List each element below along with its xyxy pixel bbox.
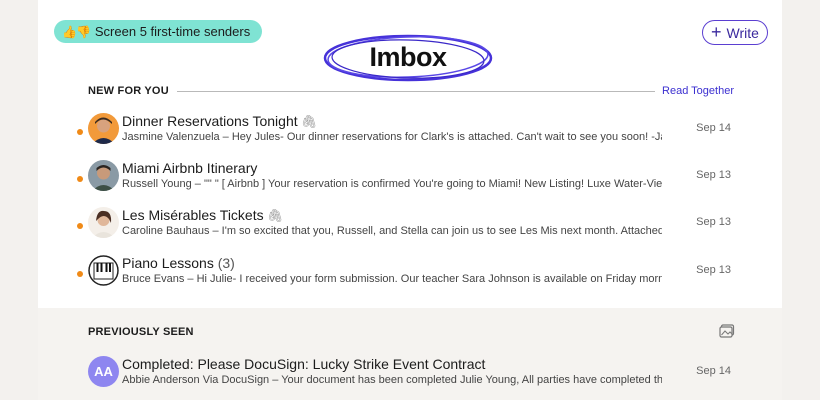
email-row[interactable]: Piano Lessons (3) Bruce Evans – Hi Julie… — [74, 255, 734, 299]
email-subject: Piano Lessons (3) — [122, 255, 235, 271]
paperclip-icon: 🖇 — [266, 208, 284, 223]
email-date: Sep 13 — [696, 264, 731, 276]
email-snippet: Russell Young – "" " [ Airbnb ] Your res… — [122, 178, 662, 190]
email-snippet: Bruce Evans – Hi Julie- I received your … — [122, 273, 662, 285]
unread-dot — [77, 271, 83, 277]
imbox-title: Imbox — [322, 32, 494, 84]
section-title: NEW FOR YOU — [88, 85, 169, 97]
email-snippet: Caroline Bauhaus – I'm so excited that y… — [122, 225, 662, 237]
email-row[interactable]: Completed: Please DocuSign: Lucky Strike… — [74, 356, 734, 400]
photos-icon[interactable] — [719, 324, 735, 338]
plus-icon: + — [711, 21, 722, 42]
email-date: Sep 14 — [696, 122, 731, 134]
paperclip-icon: 🖇 — [300, 114, 318, 129]
screen-first-time-senders-button[interactable]: 👍👎 Screen 5 first-time senders — [54, 20, 263, 43]
avatar — [88, 207, 119, 238]
email-date: Sep 13 — [696, 216, 731, 228]
avatar — [88, 113, 119, 144]
write-label: Write — [726, 24, 759, 41]
divider — [176, 90, 656, 92]
write-button[interactable]: + Write — [702, 20, 768, 45]
thumbs-up-down-icon: 👍👎 — [62, 24, 91, 39]
unread-dot — [77, 176, 83, 182]
email-subject: Les Misérables Tickets 🖇 — [122, 207, 284, 223]
email-row[interactable]: Dinner Reservations Tonight 🖇 Jasmine Val… — [74, 113, 734, 157]
avatar: AA — [88, 356, 119, 387]
unread-dot — [77, 223, 83, 229]
email-subject: Completed: Please DocuSign: Lucky Strike… — [122, 356, 486, 372]
page-title: Imbox — [369, 42, 447, 72]
email-date: Sep 13 — [696, 169, 731, 181]
avatar — [88, 255, 119, 286]
email-subject: Miami Airbnb Itinerary — [122, 160, 258, 176]
thread-count: (3) — [217, 255, 235, 271]
email-snippet: Abbie Anderson Via DocuSign – Your docum… — [122, 374, 662, 386]
email-date: Sep 14 — [696, 365, 731, 377]
new-for-you-header: NEW FOR YOU Read Together — [88, 84, 734, 98]
screen-pill-label: Screen 5 first-time senders — [94, 24, 251, 39]
read-together-link[interactable]: Read Together — [662, 85, 734, 97]
email-row[interactable]: Miami Airbnb Itinerary Russell Young – "… — [74, 160, 734, 204]
email-subject: Dinner Reservations Tonight 🖇 — [122, 113, 318, 129]
avatar — [88, 160, 119, 191]
email-row[interactable]: Les Misérables Tickets 🖇 Caroline Bauhaus… — [74, 207, 734, 251]
section-title: PREVIOUSLY SEEN — [88, 326, 194, 338]
unread-dot — [77, 129, 83, 135]
email-snippet: Jasmine Valenzuela – Hey Jules- Our dinn… — [122, 131, 662, 143]
